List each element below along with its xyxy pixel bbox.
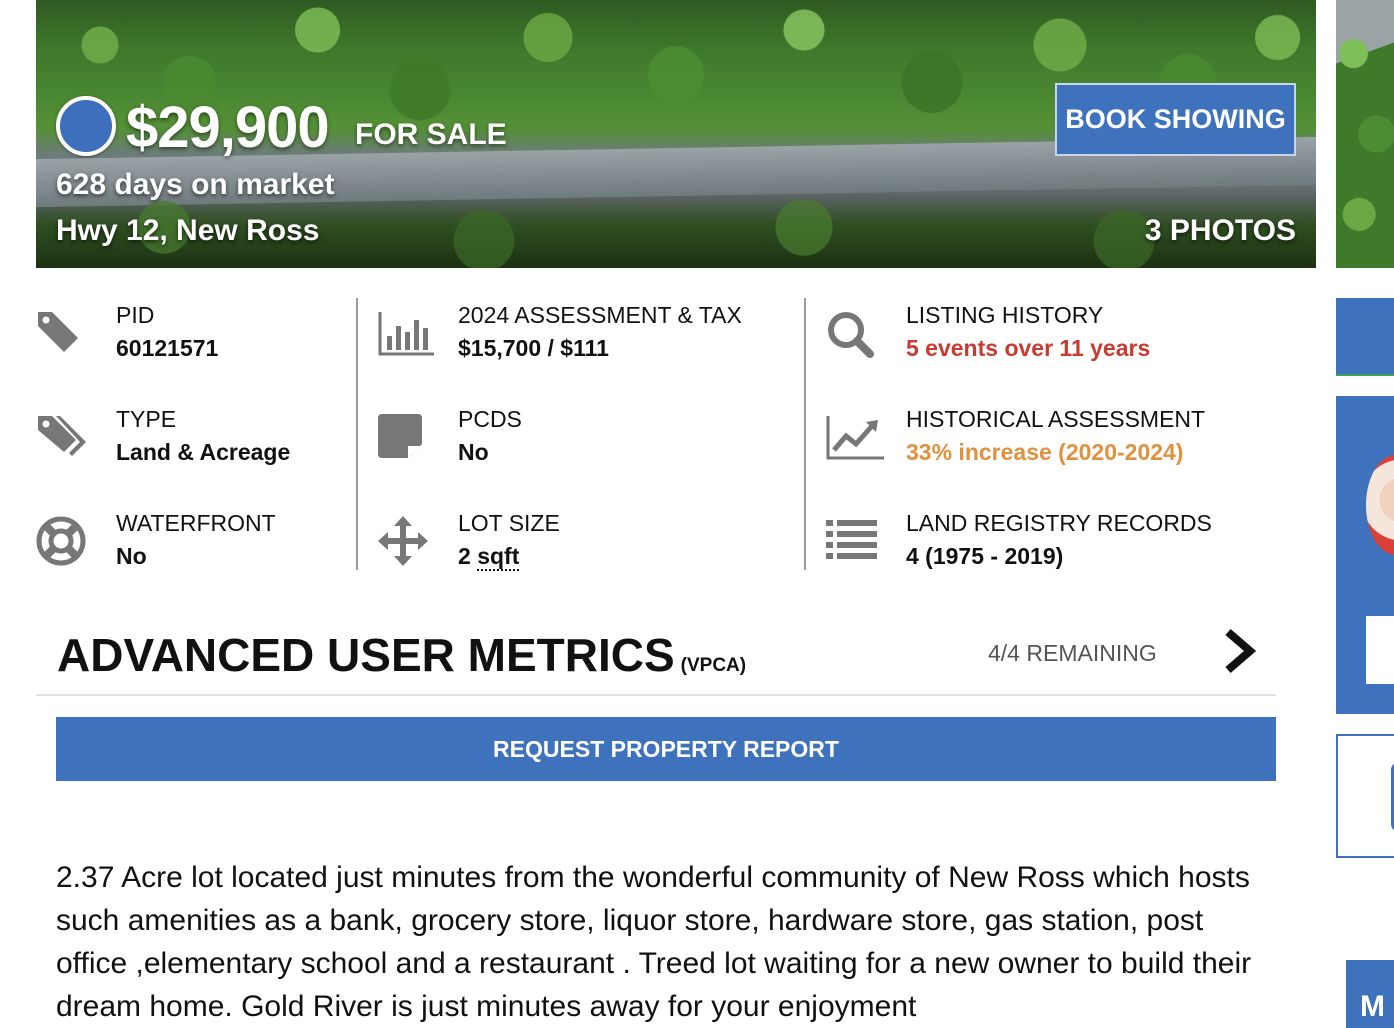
stat-label: 2024 ASSESSMENT & TAX [458,302,742,328]
listing-status: FOR SALE [355,118,507,151]
stat-value[interactable]: 5 events over 11 years [906,335,1150,362]
bar-chart-icon [378,312,434,356]
life-ring-icon [36,516,86,566]
stat-label: PCDS [458,406,522,432]
list-icon [826,520,877,559]
status-dot-icon [56,96,116,156]
sidebar-button[interactable] [1336,298,1394,376]
book-showing-button[interactable]: BOOK SHOWING [1055,83,1296,156]
stat-pcds: PCDS No [378,404,798,474]
tag-icon [38,312,78,352]
stat-label: PID [116,302,155,328]
photos-count-link[interactable]: 3 PHOTOS [1145,214,1296,248]
metrics-heading: ADVANCED USER METRICS (VPCA) [57,628,746,682]
hero-photo[interactable]: $29,900 FOR SALE 628 days on market Hwy … [36,0,1316,268]
stat-label: TYPE [116,406,177,432]
sidebar-photo[interactable] [1336,0,1394,268]
stat-lot-size: LOT SIZE 2 sqft [378,508,798,578]
stat-assessment: 2024 ASSESSMENT & TAX $15,700 / $111 [378,300,798,370]
chevron-right-icon[interactable] [1220,628,1260,674]
metrics-subtitle: (VPCA) [680,655,747,676]
stat-pid: PID 60121571 [36,300,336,370]
stat-historical-assessment[interactable]: HISTORICAL ASSESSMENT 33% increase (2020… [826,404,1306,474]
stat-label: HISTORICAL ASSESSMENT [906,406,1206,432]
stat-value[interactable]: 33% increase (2020-2024) [906,439,1183,466]
stat-value: No [116,543,147,569]
sticky-note-icon [378,414,422,458]
stat-value: 4 (1975 - 2019) [906,543,1064,569]
stat-waterfront: WATERFRONT No [36,508,336,578]
stat-label: WATERFRONT [116,510,276,536]
tags-icon [38,416,86,456]
line-chart-icon [826,416,884,460]
listing-price: $29,900 [126,95,330,160]
metrics-remaining: 4/4 REMAINING [988,640,1157,666]
stat-type: TYPE Land & Acreage [36,404,336,474]
column-divider [804,298,806,570]
lot-size-number: 2 [458,543,471,569]
days-on-market: 628 days on market [56,168,335,201]
request-property-report-button[interactable]: REQUEST PROPERTY REPORT [56,717,1276,781]
listing-address: Hwy 12, New Ross [56,214,320,247]
stat-listing-history[interactable]: LISTING HISTORY 5 events over 11 years [826,300,1306,370]
column-divider [356,298,358,570]
sidebar-input[interactable] [1366,616,1394,684]
arrows-move-icon [378,516,428,566]
search-icon [828,312,874,358]
stat-value: Land & Acreage [116,439,291,465]
stat-value: $15,700 / $111 [458,335,609,361]
stat-value: 2 sqft [458,543,520,571]
stat-value: 60121571 [116,335,219,361]
metrics-title: ADVANCED USER METRICS [57,629,675,681]
stat-value: No [458,439,489,465]
stat-label: LISTING HISTORY [906,302,1104,328]
sidebar-outline-card[interactable] [1336,734,1394,858]
section-divider [36,694,1276,696]
sidebar-bottom-banner[interactable]: M [1346,960,1394,1028]
lot-size-unit[interactable]: sqft [477,543,520,571]
sidebar-bottom-letter: M [1360,990,1385,1023]
stat-land-registry[interactable]: LAND REGISTRY RECORDS 4 (1975 - 2019) [826,508,1306,578]
listing-description: 2.37 Acre lot located just minutes from … [56,861,1252,1023]
stat-label: LOT SIZE [458,510,560,536]
stat-label: LAND REGISTRY RECORDS [906,510,1212,536]
